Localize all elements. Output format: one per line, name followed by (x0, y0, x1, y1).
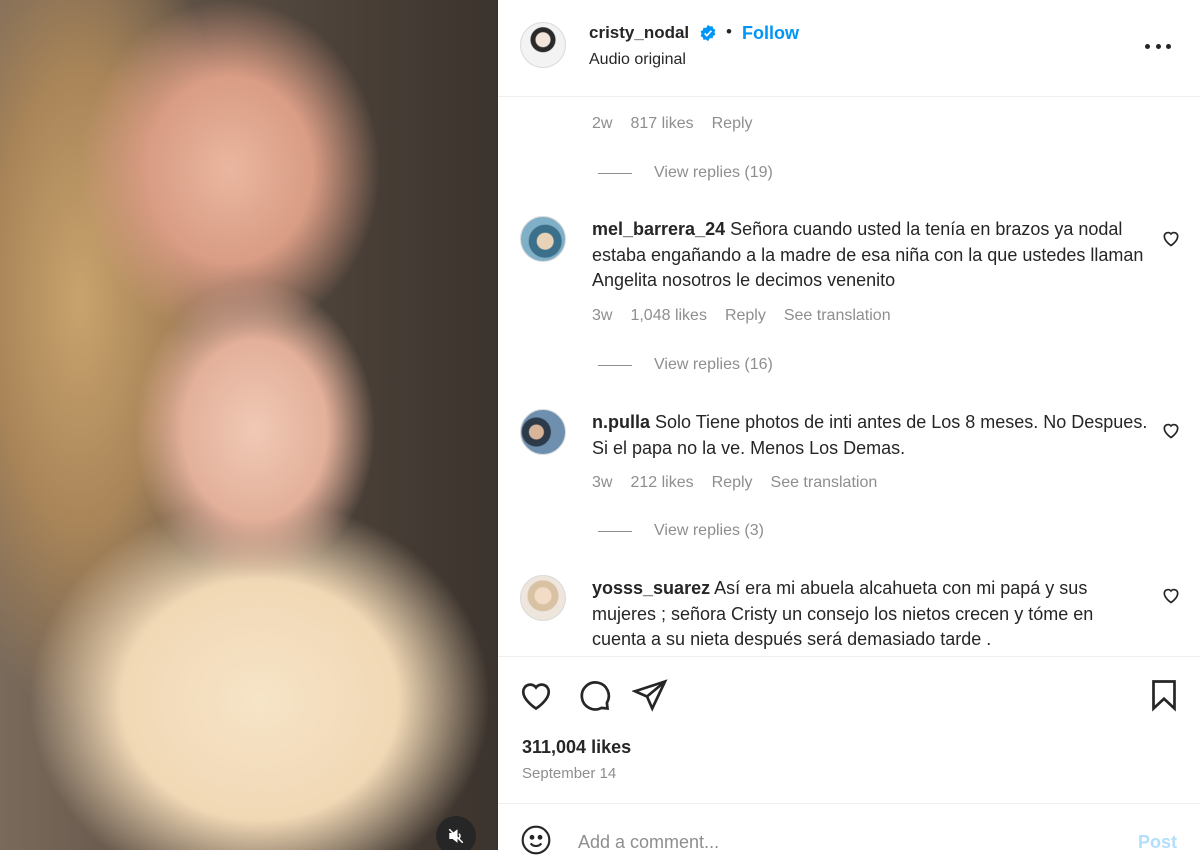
reply-button[interactable]: Reply (725, 307, 766, 325)
post-detail-panel: cristy_nodal • Follow Audio original 2w … (498, 0, 1200, 855)
add-comment-bar: Add a comment... Post (498, 803, 1200, 855)
comment-meta: 2w 817 likes Reply (592, 115, 753, 133)
comment-body: mel_barrera_24 Señora cuando usted la te… (592, 217, 1152, 294)
heart-icon[interactable] (1161, 585, 1181, 605)
follow-button[interactable]: Follow (742, 23, 799, 44)
comment-body: n.pulla Solo Tiene photos de inti antes … (592, 410, 1152, 461)
bookmark-icon[interactable] (1146, 677, 1182, 713)
comment-username[interactable]: mel_barrera_24 (592, 219, 725, 239)
view-replies-label: View replies (16) (654, 356, 773, 373)
comment-avatar[interactable] (520, 216, 566, 262)
comment-likes[interactable]: 817 likes (630, 115, 693, 133)
mute-icon (448, 828, 464, 844)
mute-button[interactable] (436, 816, 476, 850)
author-avatar[interactable] (520, 22, 566, 68)
view-replies-label: View replies (19) (654, 164, 773, 181)
comment-meta: 3w 1,048 likes Reply See translation (592, 307, 891, 325)
reply-button[interactable]: Reply (712, 115, 753, 133)
header-separator: • (726, 22, 732, 41)
heart-icon[interactable] (518, 677, 554, 713)
comment-avatar[interactable] (520, 575, 566, 621)
view-replies-button[interactable]: View replies (16) (598, 356, 773, 374)
verified-icon (700, 24, 716, 42)
comment-avatar[interactable] (520, 409, 566, 455)
comment-meta: 3w 212 likes Reply See translation (592, 474, 877, 492)
share-icon[interactable] (632, 677, 668, 713)
comment-age: 2w (592, 115, 613, 132)
comment-icon[interactable] (576, 677, 612, 713)
comment-username[interactable]: n.pulla (592, 412, 650, 432)
see-translation-button[interactable]: See translation (784, 307, 891, 325)
post-likes-count[interactable]: 311,004 likes (522, 737, 631, 758)
heart-icon[interactable] (1161, 420, 1181, 440)
post-media-video[interactable] (0, 0, 498, 850)
comment-username[interactable]: yosss_suarez (592, 578, 710, 598)
comment-text: Solo Tiene photos de inti antes de Los 8… (592, 412, 1148, 458)
comment-likes[interactable]: 212 likes (630, 474, 693, 492)
heart-icon[interactable] (1161, 228, 1181, 248)
author-username[interactable]: cristy_nodal (589, 23, 689, 43)
truncated-comment-text (592, 84, 792, 96)
comment-age: 3w (592, 474, 613, 491)
see-translation-button[interactable]: See translation (771, 474, 878, 492)
more-options-icon[interactable] (1145, 36, 1171, 56)
post-date: September 14 (522, 765, 617, 782)
view-replies-button[interactable]: View replies (19) (598, 164, 773, 182)
view-replies-label: View replies (3) (654, 522, 764, 539)
post-header: cristy_nodal • Follow Audio original (498, 0, 1200, 97)
emoji-icon[interactable] (520, 824, 552, 856)
post-actions: 311,004 likes September 14 (498, 656, 1200, 803)
view-replies-button[interactable]: View replies (3) (598, 522, 764, 540)
audio-link[interactable]: Audio original (589, 51, 686, 69)
comment-body: yosss_suarez Así era mi abuela alcahueta… (592, 576, 1152, 653)
comment-age: 3w (592, 307, 613, 324)
reply-button[interactable]: Reply (712, 474, 753, 492)
comment-likes[interactable]: 1,048 likes (630, 307, 707, 325)
